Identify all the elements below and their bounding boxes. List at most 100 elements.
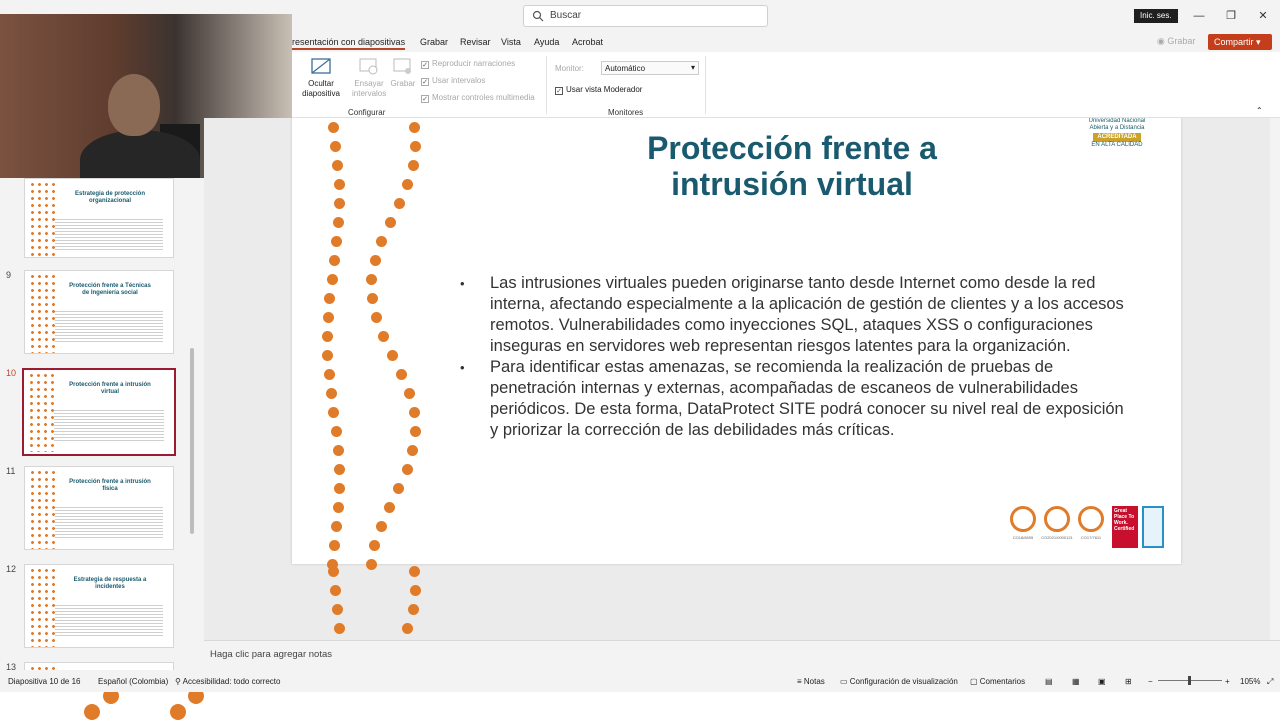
decorative-dot xyxy=(378,331,390,342)
decorative-dot xyxy=(328,122,339,133)
slideshow-view-icon[interactable]: ⊞ xyxy=(1125,677,1132,686)
notes-icon: ≡ xyxy=(797,677,804,686)
slide-thumbnail[interactable]: Estrategia de protección organizacional xyxy=(24,178,174,258)
normal-view-icon[interactable]: ▤ xyxy=(1045,677,1053,686)
decorative-dot xyxy=(333,502,345,513)
thumbnails-scrollbar[interactable] xyxy=(190,348,194,534)
hide-slide-button[interactable]: Ocultar diapositiva xyxy=(300,58,342,99)
tab-acrobat[interactable]: Acrobat xyxy=(572,37,603,47)
decorative-dot xyxy=(408,407,420,418)
zoom-in-icon[interactable]: + xyxy=(1225,677,1230,686)
decorative-dot xyxy=(333,623,345,634)
great-place-to-work-badge: Great Place To Work. Certified xyxy=(1112,506,1138,548)
accessibility-status[interactable]: ⚲ Accesibilidad: todo correcto xyxy=(175,677,280,686)
notes-pane[interactable]: Haga clic para agregar notas xyxy=(204,640,1280,670)
language-indicator[interactable]: Español (Colombia) xyxy=(98,677,168,686)
decorative-dot xyxy=(328,407,340,418)
webcam-person-head xyxy=(108,74,160,136)
decorative-dot xyxy=(375,521,387,532)
decorative-dot xyxy=(401,623,413,634)
monitor-select[interactable]: Automático ▾ xyxy=(601,61,699,75)
record-ribbon-label: Grabar xyxy=(390,79,416,88)
decorative-dot xyxy=(84,704,100,720)
bullet-item: • Para identificar estas amenazas, se rec… xyxy=(460,358,1124,439)
group-configure-label: Configurar xyxy=(348,108,386,117)
bullet-icon: • xyxy=(460,276,465,291)
comments-button[interactable]: ▢ Comentarios xyxy=(970,677,1025,686)
share-button[interactable]: Compartir ▾ xyxy=(1208,34,1272,50)
decorative-dot xyxy=(384,217,396,228)
notes-button[interactable]: ≡ Notas xyxy=(797,677,825,686)
slide-thumbnail[interactable]: Protección frente a Técnicas de Ingenier… xyxy=(24,270,174,354)
decorative-dot xyxy=(322,331,334,342)
decorative-dot xyxy=(170,704,186,720)
bottom-strip xyxy=(0,692,1280,720)
chevron-down-icon: ▾ xyxy=(690,63,695,72)
slide-thumbnail-selected[interactable]: Protección frente a intrusión virtual xyxy=(22,368,176,456)
quality-badge xyxy=(1142,506,1164,548)
tab-review[interactable]: Revisar xyxy=(460,37,491,47)
search-box[interactable]: Buscar xyxy=(523,5,768,27)
slide-thumbnails-panel: Estrategia de protección organizacional … xyxy=(0,178,204,670)
decorative-dot xyxy=(331,521,343,532)
slide-thumbnail[interactable]: Protección frente a intrusión física xyxy=(24,466,174,550)
display-settings-button[interactable]: ▭ Configuración de visualización xyxy=(840,677,958,686)
zoom-level[interactable]: 105% xyxy=(1240,677,1260,686)
record-ribbon-icon xyxy=(393,58,411,74)
share-label: Compartir xyxy=(1214,37,1254,47)
slide[interactable]: Universidad Nacional Abierta y a Distanc… xyxy=(292,118,1181,570)
slide-sorter-icon[interactable]: ▦ xyxy=(1072,677,1080,686)
decorative-dot xyxy=(375,236,387,247)
tab-view[interactable]: Vista xyxy=(501,37,521,47)
bullet-icon: • xyxy=(460,360,465,375)
hide-slide-label: Ocultar diapositiva xyxy=(302,79,340,98)
decorative-dot xyxy=(330,141,342,152)
decorative-dot xyxy=(333,217,345,228)
tab-help[interactable]: Ayuda xyxy=(534,37,559,47)
decorative-dot xyxy=(329,540,341,551)
decorative-dot xyxy=(407,160,419,171)
tab-slideshow[interactable]: resentación con diapositivas xyxy=(292,37,406,50)
monitor-value: Automático xyxy=(605,64,646,73)
slide-thumbnail[interactable] xyxy=(24,662,174,670)
tab-record[interactable]: Grabar xyxy=(420,37,448,47)
decorative-dot xyxy=(409,141,421,152)
record-ribbon-button[interactable]: Grabar xyxy=(390,58,416,89)
maximize-button[interactable]: ❐ xyxy=(1223,8,1239,24)
slide-number: 10 xyxy=(6,368,17,378)
decorative-dot xyxy=(333,483,345,494)
group-monitors-label: Monitores xyxy=(608,108,644,117)
decorative-dot xyxy=(370,312,382,323)
fit-to-window-icon[interactable]: ⤢ xyxy=(1267,677,1273,687)
decorative-dot xyxy=(369,540,381,551)
decorative-dot xyxy=(325,388,337,399)
slide-thumbnail[interactable]: Estrategia de respuesta a incidentes xyxy=(24,564,174,648)
zoom-slider-handle[interactable] xyxy=(1188,676,1191,685)
collapse-ribbon-icon[interactable]: ⌃ xyxy=(1256,106,1263,116)
presenter-view-checkbox[interactable]: ✓ Usar vista Moderador xyxy=(555,85,642,95)
decorative-dot xyxy=(408,122,420,133)
sign-in-button[interactable]: Inic. ses. xyxy=(1134,9,1178,23)
slide-body: • Las intrusiones virtuales pueden origin… xyxy=(460,273,1130,441)
decorative-dot xyxy=(331,236,343,247)
narrations-checkbox[interactable]: ✓ Reproducir narraciones xyxy=(421,59,515,69)
minimize-button[interactable]: — xyxy=(1191,8,1207,24)
decorative-dot xyxy=(407,604,419,615)
slide-counter: Diapositiva 10 de 16 xyxy=(8,677,81,686)
timings-label: Usar intervalos xyxy=(432,76,486,85)
decorative-dot xyxy=(322,312,334,323)
university-logo: Universidad Nacional Abierta y a Distanc… xyxy=(1088,118,1146,148)
close-button[interactable]: ✕ xyxy=(1255,8,1271,24)
timings-checkbox[interactable]: ✓ Usar intervalos xyxy=(421,76,485,86)
display-settings-icon: ▭ xyxy=(840,677,850,686)
decorative-dot xyxy=(393,198,405,209)
narrations-label: Reproducir narraciones xyxy=(432,59,516,68)
zoom-out-icon[interactable]: − xyxy=(1148,677,1153,686)
decorative-dot xyxy=(324,293,336,304)
decorative-dot xyxy=(330,585,342,596)
rehearse-button[interactable]: Ensayar intervalos xyxy=(352,58,386,99)
decorative-dot xyxy=(408,566,420,577)
media-controls-checkbox[interactable]: ✓ Mostrar controles multimedia xyxy=(421,93,535,103)
reading-view-icon[interactable]: ▣ xyxy=(1098,677,1106,686)
record-button[interactable]: ◉ Grabar xyxy=(1157,36,1195,47)
